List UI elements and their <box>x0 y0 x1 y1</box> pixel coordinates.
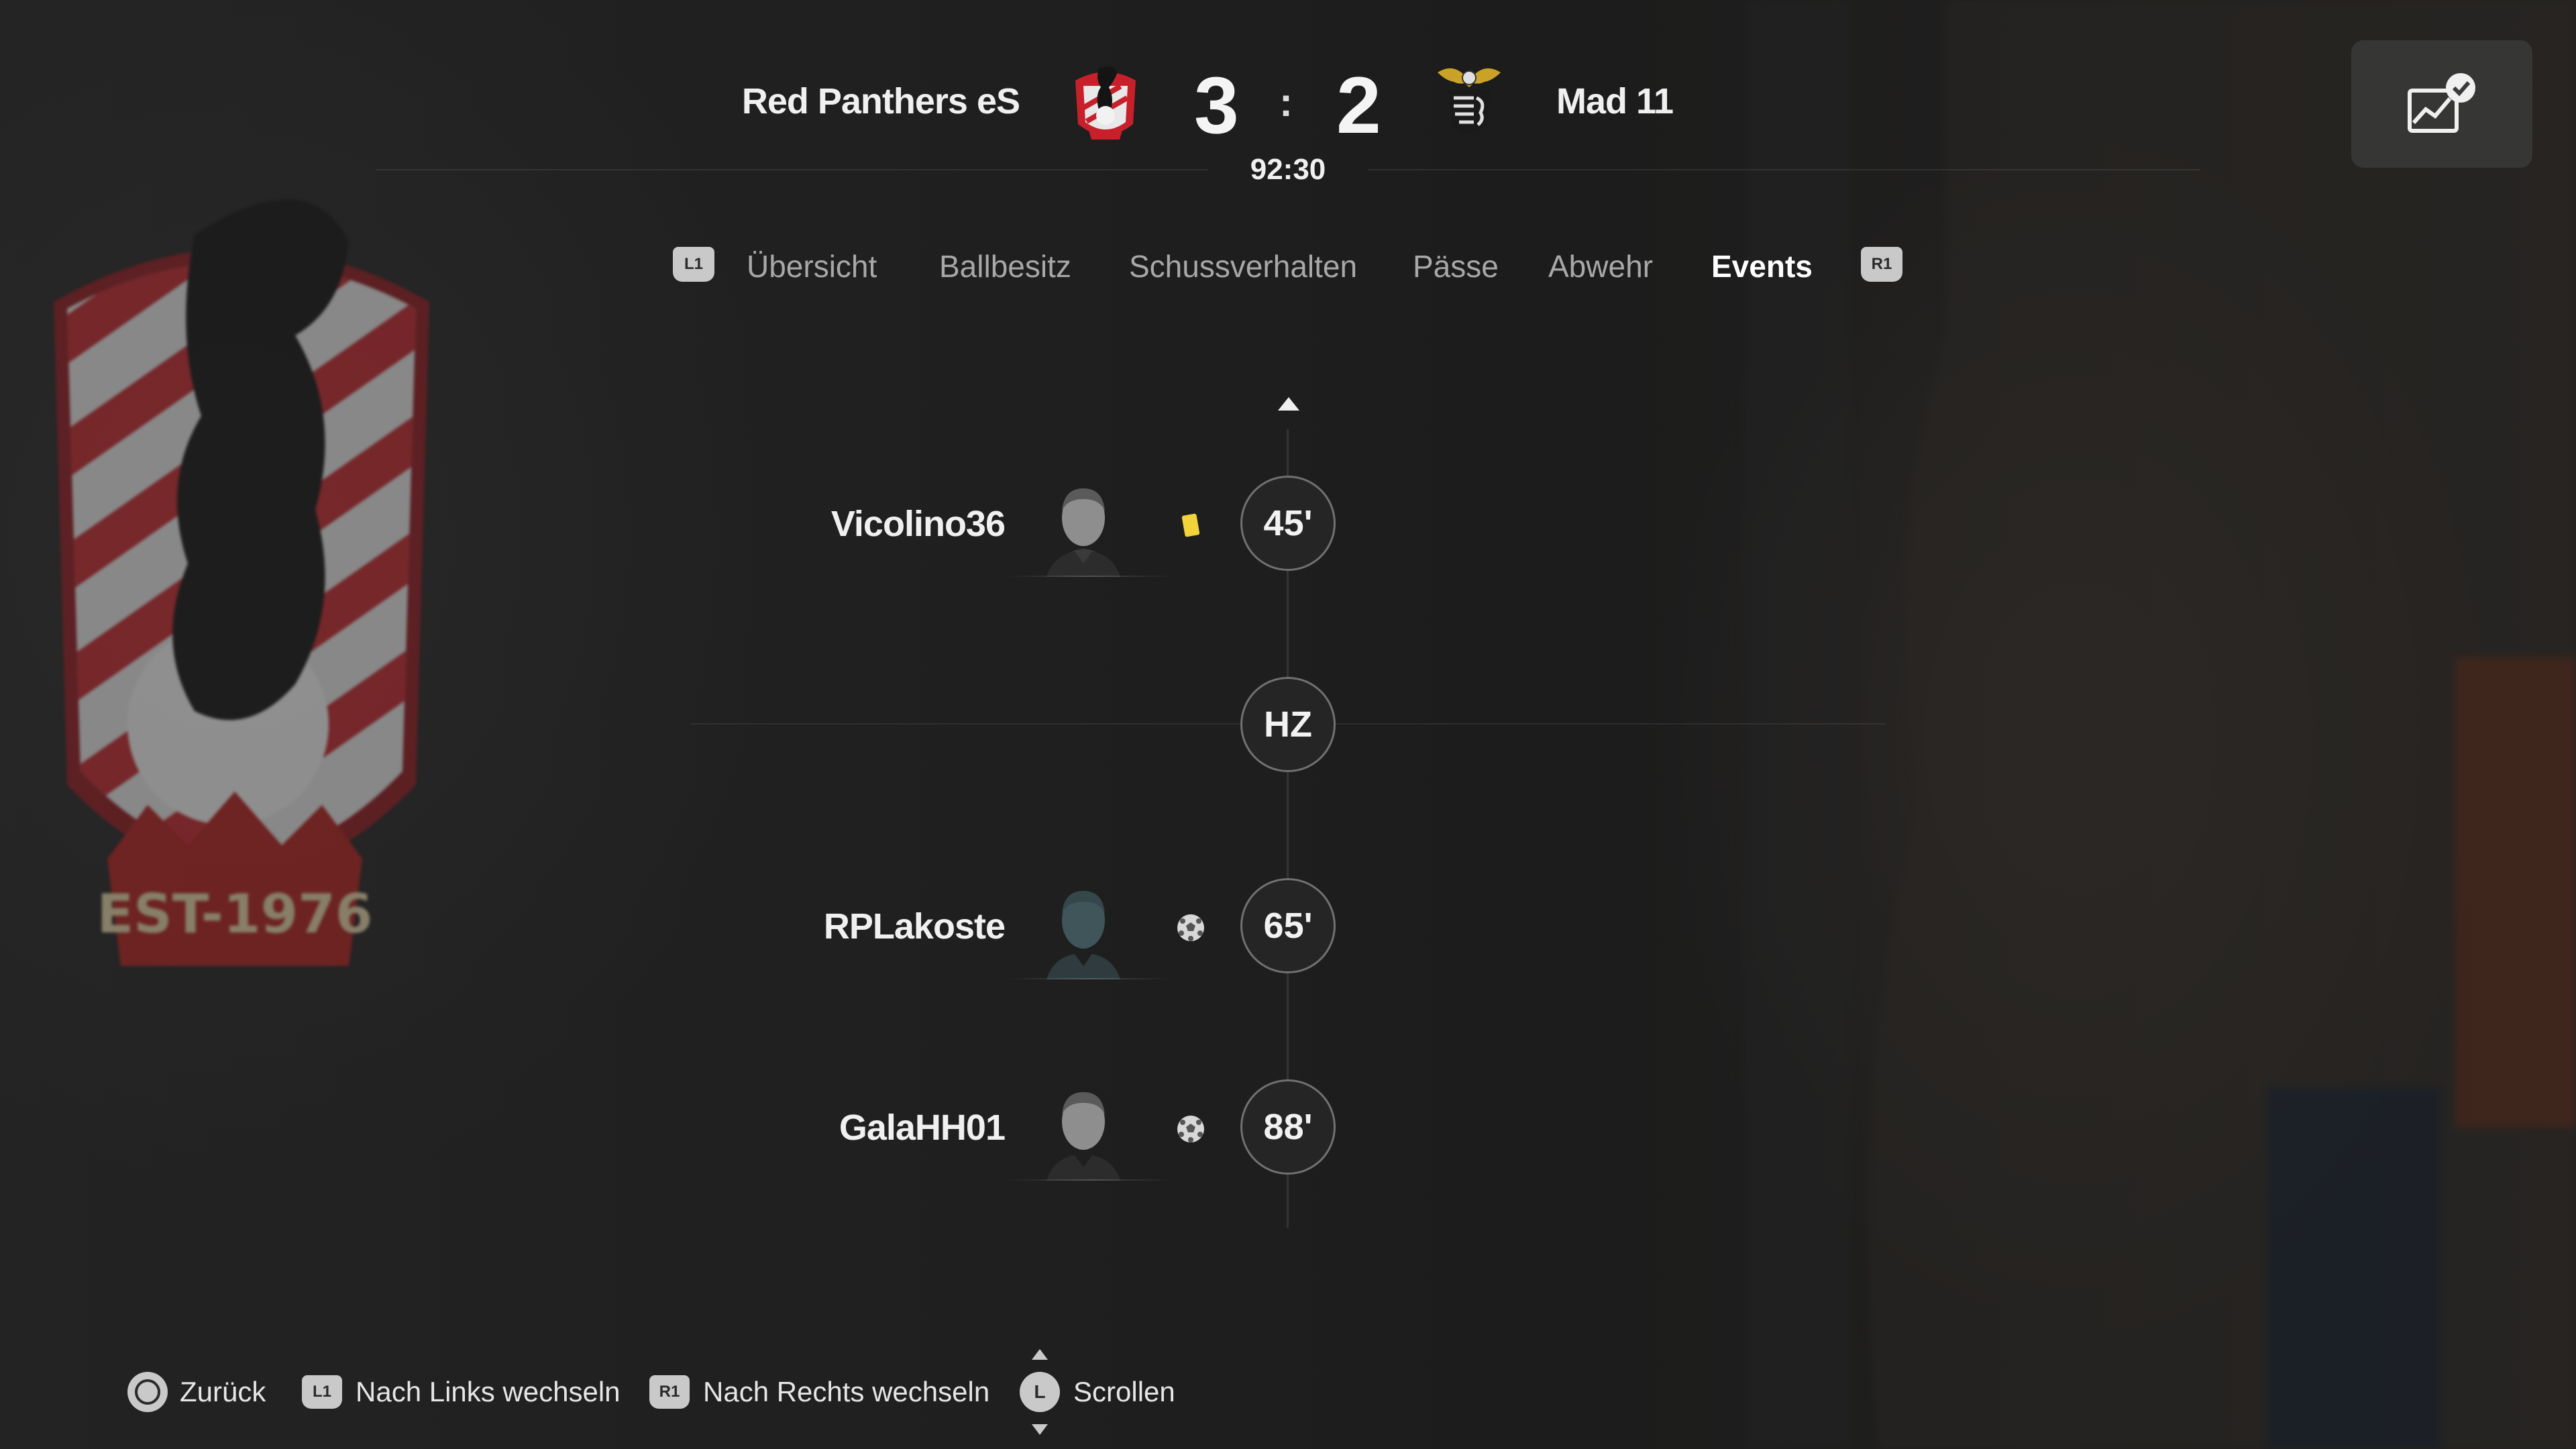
scroll-up-arrow-icon[interactable] <box>1278 397 1299 411</box>
tab-events[interactable]: Events <box>1711 248 1813 284</box>
goal-ball-icon <box>1177 914 1204 941</box>
hint-switch-right-label: Nach Rechts wechseln <box>703 1376 990 1407</box>
l1-button-icon: L1 <box>302 1375 342 1409</box>
player-avatar-icon <box>1046 488 1120 577</box>
scoreboard-header: Red Panthers eS 3 : 2 Mad 11 92:30 <box>0 0 2576 201</box>
yellow-card-icon <box>1181 513 1200 537</box>
tab-paesse[interactable]: Pässe <box>1413 248 1499 284</box>
avatar-underline <box>1006 978 1174 979</box>
halftime-badge: HZ <box>1240 677 1336 772</box>
circle-button-icon <box>127 1372 168 1412</box>
chart-check-icon <box>2408 73 2475 133</box>
match-stats-screen: EST-1976 Red Panthers eS 3 : 2 Mad 11 92… <box>0 0 2576 1449</box>
event-minute-badge: 45' <box>1240 476 1336 571</box>
match-clock: 92:30 <box>1250 153 1326 186</box>
avatar-underline <box>1006 1179 1174 1181</box>
crest-est-text: EST-1976 <box>97 883 373 945</box>
tab-schussverhalten[interactable]: Schussverhalten <box>1129 248 1357 284</box>
event-minute-badge: 65' <box>1240 878 1336 973</box>
event-row[interactable]: GalaHH01 <box>738 1073 1248 1181</box>
background-player-image <box>1744 0 2576 1449</box>
event-type-icon <box>1174 911 1208 945</box>
stats-tab-bar: L1 Übersicht Ballbesitz Schussverhalten … <box>0 241 2576 295</box>
stats-overview-button[interactable] <box>2351 40 2532 168</box>
home-team-crest-icon <box>1075 66 1136 140</box>
r1-bumper-button[interactable]: R1 <box>1861 247 1902 282</box>
goal-ball-icon <box>1177 1116 1204 1142</box>
tab-abwehr[interactable]: Abwehr <box>1548 248 1653 284</box>
hint-switch-left-label: Nach Links wechseln <box>356 1376 621 1407</box>
button-hints-bar: Zurück L1 Nach Links wechseln R1 Nach Re… <box>127 1349 1469 1435</box>
header-divider-right <box>1368 169 2200 170</box>
l1-bumper-button[interactable]: L1 <box>673 247 714 282</box>
hint-scroll[interactable]: L Scrollen <box>1020 1349 1175 1435</box>
score-separator: : <box>1279 80 1293 125</box>
away-team-crest-icon <box>1438 68 1501 134</box>
tab-ballbesitz[interactable]: Ballbesitz <box>939 248 1071 284</box>
hint-switch-left[interactable]: L1 Nach Links wechseln <box>302 1368 621 1415</box>
event-player-name: RPLakoste <box>823 906 1006 947</box>
event-row[interactable]: Vicolino36 <box>738 470 1248 577</box>
home-score: 3 <box>1194 60 1239 150</box>
event-player-name: GalaHH01 <box>839 1108 1006 1148</box>
hint-scroll-label: Scrollen <box>1073 1376 1175 1407</box>
hint-back-label: Zurück <box>180 1376 266 1407</box>
player-avatar-icon <box>1046 1092 1120 1181</box>
hint-switch-right[interactable]: R1 Nach Rechts wechseln <box>649 1368 989 1415</box>
left-stick-icon: L <box>1020 1349 1060 1435</box>
event-type-icon <box>1174 508 1208 542</box>
player-avatar-icon <box>1046 891 1120 979</box>
tab-uebersicht[interactable]: Übersicht <box>747 248 877 284</box>
event-player-name: Vicolino36 <box>830 504 1006 544</box>
event-type-icon <box>1174 1112 1208 1146</box>
r1-button-icon: R1 <box>649 1375 690 1409</box>
hint-back[interactable]: Zurück <box>127 1368 266 1415</box>
away-score: 2 <box>1336 60 1381 150</box>
event-row[interactable]: RPLakoste <box>738 872 1248 979</box>
home-team-name: Red Panthers eS <box>741 81 1020 121</box>
avatar-underline <box>1006 576 1174 577</box>
away-team-name: Mad 11 <box>1556 81 1674 121</box>
event-minute-badge: 88' <box>1240 1079 1336 1175</box>
header-divider-left <box>376 169 1208 170</box>
